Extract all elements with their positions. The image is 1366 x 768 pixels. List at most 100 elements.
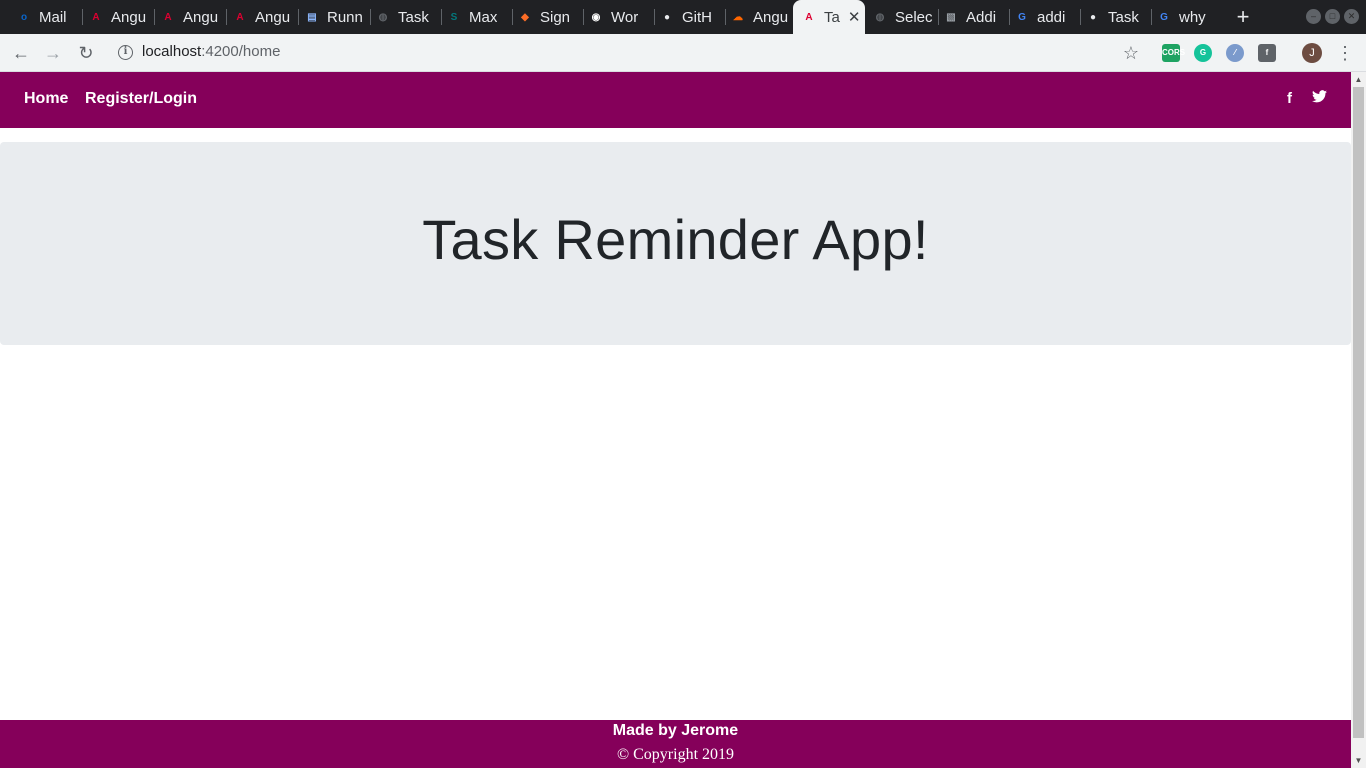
footer-made-by: Made by Jerome [612,722,739,739]
tab-separator [154,9,155,25]
tab-separator [1080,9,1081,25]
scroll-up-arrow-icon[interactable]: ▲ [1351,72,1366,87]
facebook-icon[interactable]: f [1287,90,1292,107]
tab-separator [725,9,726,25]
page-title: Task Reminder App! [422,208,929,271]
tab-separator [370,9,371,25]
tab-separator [82,9,83,25]
google-icon: G [1160,11,1168,23]
gitlab-icon: ◆ [521,11,529,23]
bookmark-star-icon[interactable]: ☆ [1119,41,1143,65]
browser-tab[interactable]: ◆ Sign [517,0,579,34]
browser-tab[interactable]: ◍ Selec [872,0,934,34]
google-icon: G [1018,11,1026,23]
tab-separator [298,9,299,25]
browser-tab[interactable]: A Angu [160,0,222,34]
angular-icon: A [164,11,172,23]
browser-tab[interactable]: ☁ Angu [730,0,792,34]
nav-register-login-link[interactable]: Register/Login [85,90,197,108]
close-tab-icon[interactable]: ✕ [848,8,861,26]
browser-tab[interactable]: S Max [446,0,508,34]
jumbotron: Task Reminder App! [0,142,1351,345]
grammarly-icon[interactable]: G [1194,44,1212,62]
stackblitz-icon: ☁ [733,11,743,23]
tab-separator [654,9,655,25]
scrollbar-thumb[interactable] [1353,87,1364,738]
browser-tab[interactable]: Gaddi [1014,0,1076,34]
site-info-icon[interactable]: i [118,45,133,60]
cors-extension-icon[interactable]: CORS [1162,44,1185,62]
tab-title: addi [1037,8,1066,26]
maximize-button[interactable]: □ [1325,9,1340,24]
tab-strip: + – □ ✕ o Mail A Angu A Angu A Angu ▤ Runn ◍ Task S M… [0,0,1366,34]
tab-separator [1009,9,1010,25]
browser-tab[interactable]: ▤ Runn [304,0,366,34]
url-host: localhost [142,43,202,60]
scrollbar[interactable]: ▲ ▼ [1351,72,1366,768]
tab-separator [938,9,939,25]
tab-title: Task [1108,8,1139,26]
tab-title: Task [398,8,429,26]
tab-separator [512,9,513,25]
profile-avatar[interactable]: J [1302,43,1322,63]
browser-tab[interactable]: o Mail [16,0,78,34]
browser-tab[interactable]: ● GitH [659,0,721,34]
footer-copyright: © Copyright 2019 [616,746,735,763]
wordpress-icon: ◉ [591,11,601,23]
tab-title: Addi [966,8,997,26]
sharepoint-icon: S [450,11,458,23]
angular-icon: A [805,11,813,23]
tab-title: Selec [895,8,933,26]
browser-tab[interactable]: Gwhy [1156,0,1218,34]
close-window-button[interactable]: ✕ [1344,9,1359,24]
github-icon: ● [663,11,671,23]
tab-separator [583,9,584,25]
forward-arrow-icon[interactable]: → [41,41,65,65]
browser-tab[interactable]: ◉ Wor [588,0,650,34]
tab-title: why [1179,8,1206,26]
document-icon: ▤ [307,11,317,23]
image-icon: ▧ [946,11,956,23]
angular-icon: A [92,11,100,23]
browser-tab[interactable]: ◍ Task [375,0,437,34]
menu-kebab-icon[interactable]: ⋮ [1333,41,1357,65]
tab-separator [1151,9,1152,25]
reload-icon[interactable]: ↻ [74,41,98,65]
footer: Made by Jerome © Copyright 2019 [0,720,1351,768]
tab-title: Runn [327,8,363,26]
navbar: Home Register/Login f [0,72,1351,128]
tab-title: Sign [540,8,571,26]
tab-title: Mail [39,8,67,26]
browser-tab[interactable]: A Ta ✕ [793,0,865,34]
browser-tab[interactable]: A Angu [88,0,150,34]
browser-tab[interactable]: A Angu [232,0,294,34]
github-icon: ● [1089,11,1097,23]
nav-home-link[interactable]: Home [24,90,68,108]
tab-title: Ta [824,8,840,26]
browser-toolbar: ← → ↻ i localhost:4200/home ☆ CORS G ⁄ f… [0,34,1366,72]
twitter-icon[interactable] [1312,90,1327,107]
facebook-extension-icon[interactable]: f [1258,44,1276,62]
tab-title: GitH [682,8,712,26]
page-viewport: Home Register/Login f Task Reminder App!… [0,72,1366,768]
minimize-button[interactable]: – [1306,9,1321,24]
feather-extension-icon[interactable]: ⁄ [1226,44,1244,62]
tab-title: Max [469,8,498,26]
address-bar[interactable]: localhost:4200/home [142,43,280,60]
tab-title: Wor [611,8,639,26]
browser-tab[interactable]: ▧ Addi [943,0,1005,34]
angular-icon: A [236,11,244,23]
tab-separator [441,9,442,25]
new-tab-button[interactable]: + [1232,4,1254,30]
tab-title: Angu [111,8,147,26]
tab-title: Angu [255,8,291,26]
tab-separator [226,9,227,25]
url-path: :4200/home [201,43,281,60]
browser-tab[interactable]: ● Task [1085,0,1147,34]
back-arrow-icon[interactable]: ← [9,41,33,65]
scroll-down-arrow-icon[interactable]: ▼ [1351,753,1366,768]
globe-icon: ◍ [378,11,388,23]
tab-title: Angu [753,8,789,26]
outlook-icon: o [20,11,28,23]
globe-icon: ◍ [875,11,885,23]
